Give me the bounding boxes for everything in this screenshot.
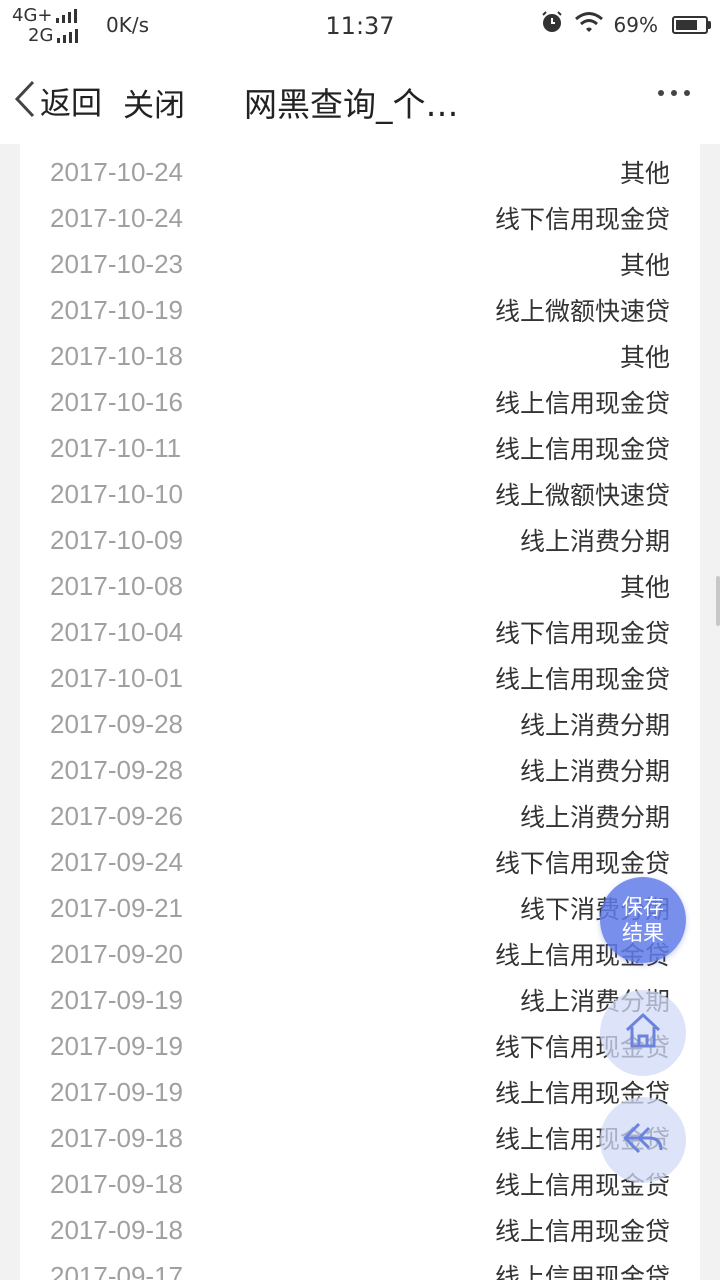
record-type: 线下信用现金贷 bbox=[494, 205, 670, 234]
record-date: 2017-09-20 bbox=[50, 938, 183, 969]
record-type: 线上微额快速贷 bbox=[494, 297, 670, 326]
record-row: 2017-09-18 线上信用现金贷 bbox=[20, 1115, 700, 1161]
record-date: 2017-09-18 bbox=[50, 1214, 183, 1245]
record-date: 2017-10-16 bbox=[50, 386, 183, 417]
record-type: 线下信用现金贷 bbox=[494, 619, 670, 648]
records-panel[interactable]: 2017-10-24 其他 2017-10-24 线下信用现金贷 2017-10-23 其… bbox=[20, 144, 700, 1280]
record-date: 2017-09-28 bbox=[50, 754, 183, 785]
record-date: 2017-09-18 bbox=[50, 1168, 183, 1199]
record-list: 2017-10-24 其他 2017-10-24 线下信用现金贷 2017-10-23 其… bbox=[20, 149, 700, 1280]
record-row: 2017-10-18 其他 bbox=[20, 333, 700, 379]
record-row: 2017-10-23 其他 bbox=[20, 241, 700, 287]
record-type: 线上微额快速贷 bbox=[494, 481, 670, 510]
record-date: 2017-10-11 bbox=[50, 432, 182, 463]
record-date: 2017-10-10 bbox=[50, 478, 183, 509]
record-type: 线上信用现金贷 bbox=[494, 389, 670, 418]
record-date: 2017-09-24 bbox=[50, 846, 183, 877]
record-row: 2017-10-19 线上微额快速贷 bbox=[20, 287, 700, 333]
record-date: 2017-10-01 bbox=[50, 662, 183, 693]
record-row: 2017-10-11 线上信用现金贷 bbox=[20, 425, 700, 471]
record-row: 2017-09-28 线上消费分期 bbox=[20, 701, 700, 747]
record-row: 2017-09-24 线下信用现金贷 bbox=[20, 839, 700, 885]
record-type: 线上信用现金贷 bbox=[494, 435, 670, 464]
record-type: 线上消费分期 bbox=[519, 711, 670, 740]
record-type: 其他 bbox=[619, 573, 670, 602]
record-type: 其他 bbox=[619, 251, 670, 280]
save-result-label: 保存结果 bbox=[622, 895, 664, 945]
record-row: 2017-09-19 线下信用现金贷 bbox=[20, 1023, 700, 1069]
record-date: 2017-10-08 bbox=[50, 570, 183, 601]
record-row: 2017-09-18 线上信用现金贷 bbox=[20, 1207, 700, 1253]
record-date: 2017-10-24 bbox=[50, 202, 183, 233]
record-type: 线上信用现金贷 bbox=[494, 1217, 670, 1246]
record-type: 线上消费分期 bbox=[519, 527, 670, 556]
record-date: 2017-09-21 bbox=[50, 892, 183, 923]
record-row: 2017-10-09 线上消费分期 bbox=[20, 517, 700, 563]
nav-bar: 返回 关闭 网黑查询_个… bbox=[0, 50, 720, 144]
record-row: 2017-09-17 线上信用现金贷 bbox=[20, 1253, 700, 1280]
record-type: 其他 bbox=[619, 343, 670, 372]
record-date: 2017-09-28 bbox=[50, 708, 183, 739]
record-type: 线上消费分期 bbox=[519, 757, 670, 786]
record-date: 2017-10-18 bbox=[50, 340, 183, 371]
record-date: 2017-09-19 bbox=[50, 984, 183, 1015]
record-type: 线上消费分期 bbox=[519, 803, 670, 832]
home-icon bbox=[622, 1011, 664, 1055]
record-row: 2017-09-28 线上消费分期 bbox=[20, 747, 700, 793]
battery-icon bbox=[672, 15, 711, 34]
record-row: 2017-09-18 线上信用现金贷 bbox=[20, 1161, 700, 1207]
record-type: 线上信用现金贷 bbox=[494, 1263, 670, 1280]
record-type: 线上信用现金贷 bbox=[494, 665, 670, 694]
status-icons: 69% bbox=[540, 10, 711, 39]
more-options-icon[interactable] bbox=[658, 90, 690, 96]
record-date: 2017-10-19 bbox=[50, 294, 183, 325]
record-date: 2017-09-26 bbox=[50, 800, 183, 831]
record-row: 2017-09-19 线上信用现金贷 bbox=[20, 1069, 700, 1115]
record-row: 2017-10-04 线下信用现金贷 bbox=[20, 609, 700, 655]
record-row: 2017-10-16 线上信用现金贷 bbox=[20, 379, 700, 425]
record-date: 2017-09-19 bbox=[50, 1030, 183, 1061]
record-row: 2017-09-26 线上消费分期 bbox=[20, 793, 700, 839]
record-type: 其他 bbox=[619, 159, 670, 188]
record-type: 线下信用现金贷 bbox=[494, 849, 670, 878]
chevron-left-icon bbox=[14, 80, 36, 122]
record-date: 2017-10-09 bbox=[50, 524, 183, 555]
battery-percent: 69% bbox=[613, 12, 658, 37]
page-title: 网黑查询_个… bbox=[244, 85, 459, 124]
record-row: 2017-10-24 其他 bbox=[20, 149, 700, 195]
record-row: 2017-10-08 其他 bbox=[20, 563, 700, 609]
back-arrow-icon bbox=[621, 1120, 665, 1160]
record-row: 2017-10-01 线上信用现金贷 bbox=[20, 655, 700, 701]
return-button[interactable] bbox=[600, 1097, 686, 1183]
record-date: 2017-10-24 bbox=[50, 156, 183, 187]
record-row: 2017-09-19 线上消费分期 bbox=[20, 977, 700, 1023]
back-label: 返回 bbox=[40, 86, 102, 122]
back-button[interactable]: 返回 bbox=[14, 78, 102, 123]
home-button[interactable] bbox=[600, 990, 686, 1076]
record-row: 2017-09-21 线下消费分期 bbox=[20, 885, 700, 931]
record-date: 2017-09-18 bbox=[50, 1122, 183, 1153]
record-row: 2017-09-20 线上信用现金贷 bbox=[20, 931, 700, 977]
record-row: 2017-10-24 线下信用现金贷 bbox=[20, 195, 700, 241]
close-button[interactable]: 关闭 bbox=[123, 80, 185, 125]
scrollbar[interactable] bbox=[716, 576, 720, 626]
record-date: 2017-10-04 bbox=[50, 616, 183, 647]
save-result-button[interactable]: 保存结果 bbox=[600, 877, 686, 963]
record-row: 2017-10-10 线上微额快速贷 bbox=[20, 471, 700, 517]
record-date: 2017-09-17 bbox=[50, 1260, 183, 1280]
record-date: 2017-09-19 bbox=[50, 1076, 183, 1107]
wifi-icon bbox=[574, 11, 604, 38]
status-bar: 4G+ 2G 0K/s 11:37 69% bbox=[0, 0, 720, 50]
record-date: 2017-10-23 bbox=[50, 248, 183, 279]
alarm-icon bbox=[540, 10, 564, 39]
